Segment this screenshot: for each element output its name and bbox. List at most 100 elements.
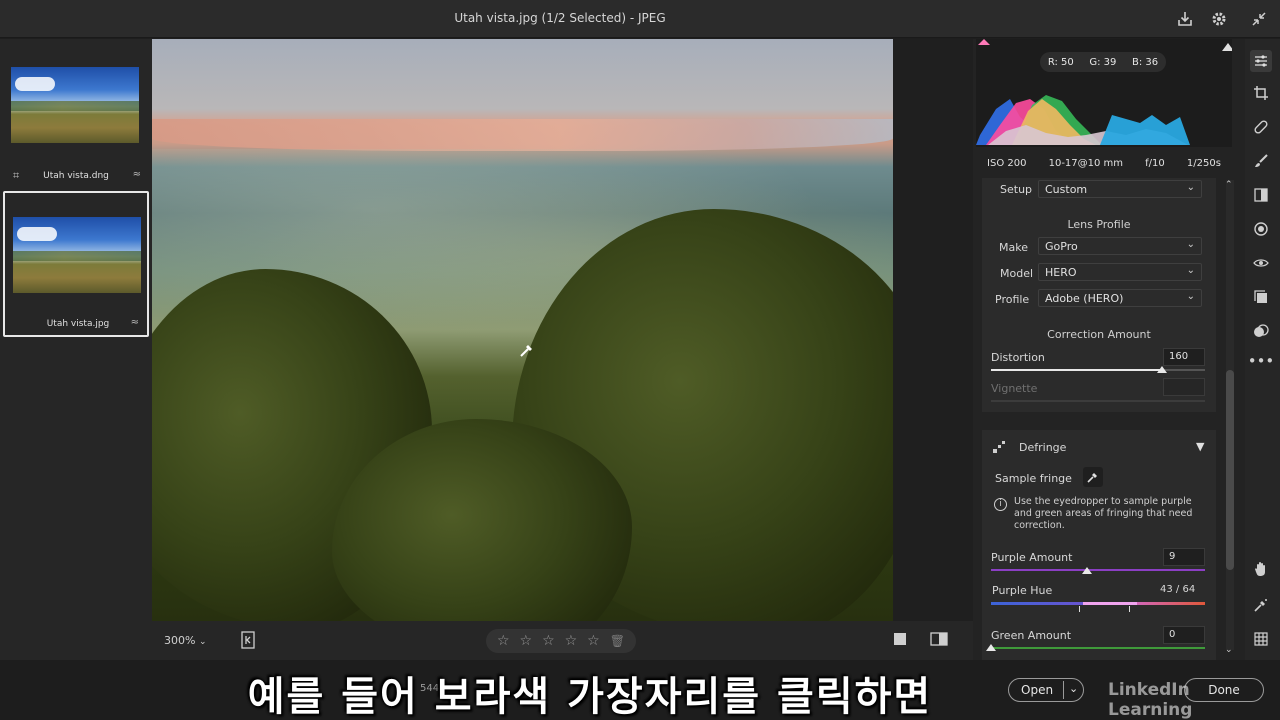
image-canvas[interactable]: [152, 39, 893, 621]
distortion-slider-thumb[interactable]: [1157, 366, 1168, 373]
defringe-info-text: Use the eyedropper to sample purple and …: [1014, 496, 1193, 531]
film-item-label: Utah vista.jpg: [46, 319, 110, 329]
healing-brush-icon[interactable]: [1250, 116, 1272, 138]
film-item[interactable]: ⌗ Utah vista.dng ≈: [3, 41, 149, 187]
defringe-section: Defringe ▼ Sample fringe i Use the eyedr…: [982, 430, 1216, 660]
chevron-down-icon: ⌄: [1186, 265, 1195, 276]
more-icon[interactable]: •••: [1248, 350, 1275, 372]
color-sampler-icon[interactable]: [1250, 594, 1272, 616]
thumbnail-image: [13, 217, 141, 293]
collapse-icon[interactable]: [1248, 8, 1270, 30]
distortion-label: Distortion: [991, 351, 1045, 364]
before-after-single-icon[interactable]: [892, 631, 908, 651]
purple-hue-right-handle[interactable]: [1129, 606, 1133, 612]
title-bar: Utah vista.jpg (1/2 Selected) - JPEG: [0, 0, 1280, 38]
make-dropdown[interactable]: GoPro ⌄: [1038, 237, 1202, 255]
defringe-title: Defringe: [1019, 441, 1067, 454]
zoom-level[interactable]: 300% ⌄: [164, 634, 207, 647]
grid-icon[interactable]: [1250, 628, 1272, 650]
chevron-down-icon: ⌄: [1186, 239, 1195, 250]
purple-hue-left-handle[interactable]: [1079, 606, 1083, 612]
purple-hue-value: 43 / 64: [1160, 584, 1196, 595]
model-dropdown[interactable]: HERO ⌄: [1038, 263, 1202, 281]
purple-amount-field[interactable]: 9: [1163, 548, 1205, 566]
lens-value: 10-17@10 mm: [1048, 158, 1124, 169]
edit-sliders-icon[interactable]: [1250, 50, 1272, 72]
profile-label: Profile: [995, 293, 1030, 306]
iso-value: ISO 200: [987, 158, 1027, 169]
shutter-value: 1/250s: [1186, 158, 1221, 169]
camera-raw-window: Utah vista.jpg (1/2 Selected) - JPEG ⌗ U…: [0, 0, 1280, 720]
purple-hue-label: Purple Hue: [992, 584, 1053, 597]
save-icon[interactable]: [1174, 8, 1196, 30]
radial-gradient-icon[interactable]: [1250, 218, 1272, 240]
hand-icon[interactable]: [1250, 558, 1272, 580]
profile-dropdown[interactable]: Adobe (HERO) ⌄: [1038, 289, 1202, 307]
star-icon[interactable]: ☆: [497, 633, 510, 649]
window-title: Utah vista.jpg (1/2 Selected) - JPEG: [454, 11, 666, 25]
thumbnail-image: [11, 67, 139, 143]
chevron-down-icon: ⌄: [1186, 182, 1195, 193]
video-subtitle: 예를 들어 보라색 가장자리를 클릭하면: [247, 674, 933, 720]
panel-scrollbar-thumb[interactable]: [1226, 370, 1234, 570]
star-icon[interactable]: ☆: [542, 633, 555, 649]
adjustments-icon: ≈: [132, 169, 141, 180]
filmstrip-toggle-icon[interactable]: [240, 631, 256, 653]
scroll-down-icon[interactable]: ⌄: [1225, 645, 1233, 655]
purple-amount-label: Purple Amount: [991, 551, 1073, 564]
lens-profile-heading: Lens Profile: [1067, 218, 1131, 231]
eyedropper-button[interactable]: [1083, 467, 1103, 487]
mountain-ridge: [152, 119, 893, 151]
correction-amount-heading: Correction Amount: [1047, 328, 1151, 341]
compare-view-icon[interactable]: [930, 631, 948, 651]
green-amount-track[interactable]: [991, 647, 1205, 649]
distortion-value-field[interactable]: 160: [1163, 348, 1205, 366]
green-value: G: 39: [1089, 56, 1117, 68]
eyedropper-cursor-icon: [518, 341, 536, 363]
linear-gradient-icon[interactable]: [1250, 184, 1272, 206]
star-rating[interactable]: ☆ ☆ ☆ ☆ ☆ 🗑: [486, 629, 636, 653]
green-amount-field[interactable]: 0: [1163, 626, 1205, 644]
purple-amount-track[interactable]: [991, 569, 1205, 571]
viewer-toolbar: 300% ⌄ ☆ ☆ ☆ ☆ ☆ 🗑: [152, 621, 973, 661]
eyedropper-icon: [1087, 473, 1097, 483]
star-icon[interactable]: ☆: [565, 633, 578, 649]
sample-fringe-label: Sample fringe: [995, 472, 1072, 485]
canvas-gutter: [893, 39, 973, 621]
gear-icon[interactable]: [1208, 8, 1230, 30]
snapshots-icon[interactable]: [1250, 286, 1272, 308]
trash-icon[interactable]: 🗑: [610, 634, 625, 648]
vignette-label: Vignette: [991, 382, 1038, 395]
green-amount-thumb[interactable]: [986, 644, 996, 651]
panel-scrollbar[interactable]: [1226, 180, 1234, 650]
filmstrip: ⌗ Utah vista.dng ≈ Utah vista.jpg ≈: [0, 39, 152, 660]
vignette-slider-track: [991, 400, 1205, 402]
info-icon: i: [994, 498, 1007, 511]
make-label: Make: [999, 241, 1028, 254]
setup-dropdown[interactable]: Custom ⌄: [1038, 180, 1202, 198]
star-icon[interactable]: ☆: [587, 633, 600, 649]
distortion-slider-fill: [991, 369, 1163, 371]
vignette-value-field: [1163, 378, 1205, 396]
distortion-slider-track[interactable]: [991, 369, 1205, 371]
film-item-label: Utah vista.dng: [43, 171, 109, 181]
adjustments-icon: ≈: [130, 317, 139, 328]
green-amount-label: Green Amount: [991, 629, 1072, 642]
collapse-triangle-icon[interactable]: ▼: [1196, 440, 1204, 453]
exif-info: ISO 200 10-17@10 mm f/10 1/250s: [976, 158, 1232, 169]
red-eye-icon[interactable]: [1250, 252, 1272, 274]
defringe-icon: [991, 439, 1007, 455]
presets-icon[interactable]: [1250, 320, 1272, 342]
film-item-selected[interactable]: Utah vista.jpg ≈: [3, 191, 149, 337]
purple-amount-thumb[interactable]: [1082, 567, 1093, 574]
chevron-down-icon: ⌄: [1186, 291, 1195, 302]
crop-icon[interactable]: [1250, 82, 1272, 104]
purple-hue-track[interactable]: [991, 602, 1205, 605]
lens-corrections-section: Setup Custom ⌄ Lens Profile Make GoPro ⌄ M…: [982, 178, 1216, 412]
red-value: R: 50: [1047, 56, 1074, 68]
brush-icon[interactable]: [1250, 150, 1272, 172]
purple-hue-range: [1083, 602, 1137, 605]
aperture-value: f/10: [1145, 158, 1165, 169]
scroll-up-icon[interactable]: ⌃: [1225, 180, 1233, 190]
star-icon[interactable]: ☆: [520, 633, 533, 649]
